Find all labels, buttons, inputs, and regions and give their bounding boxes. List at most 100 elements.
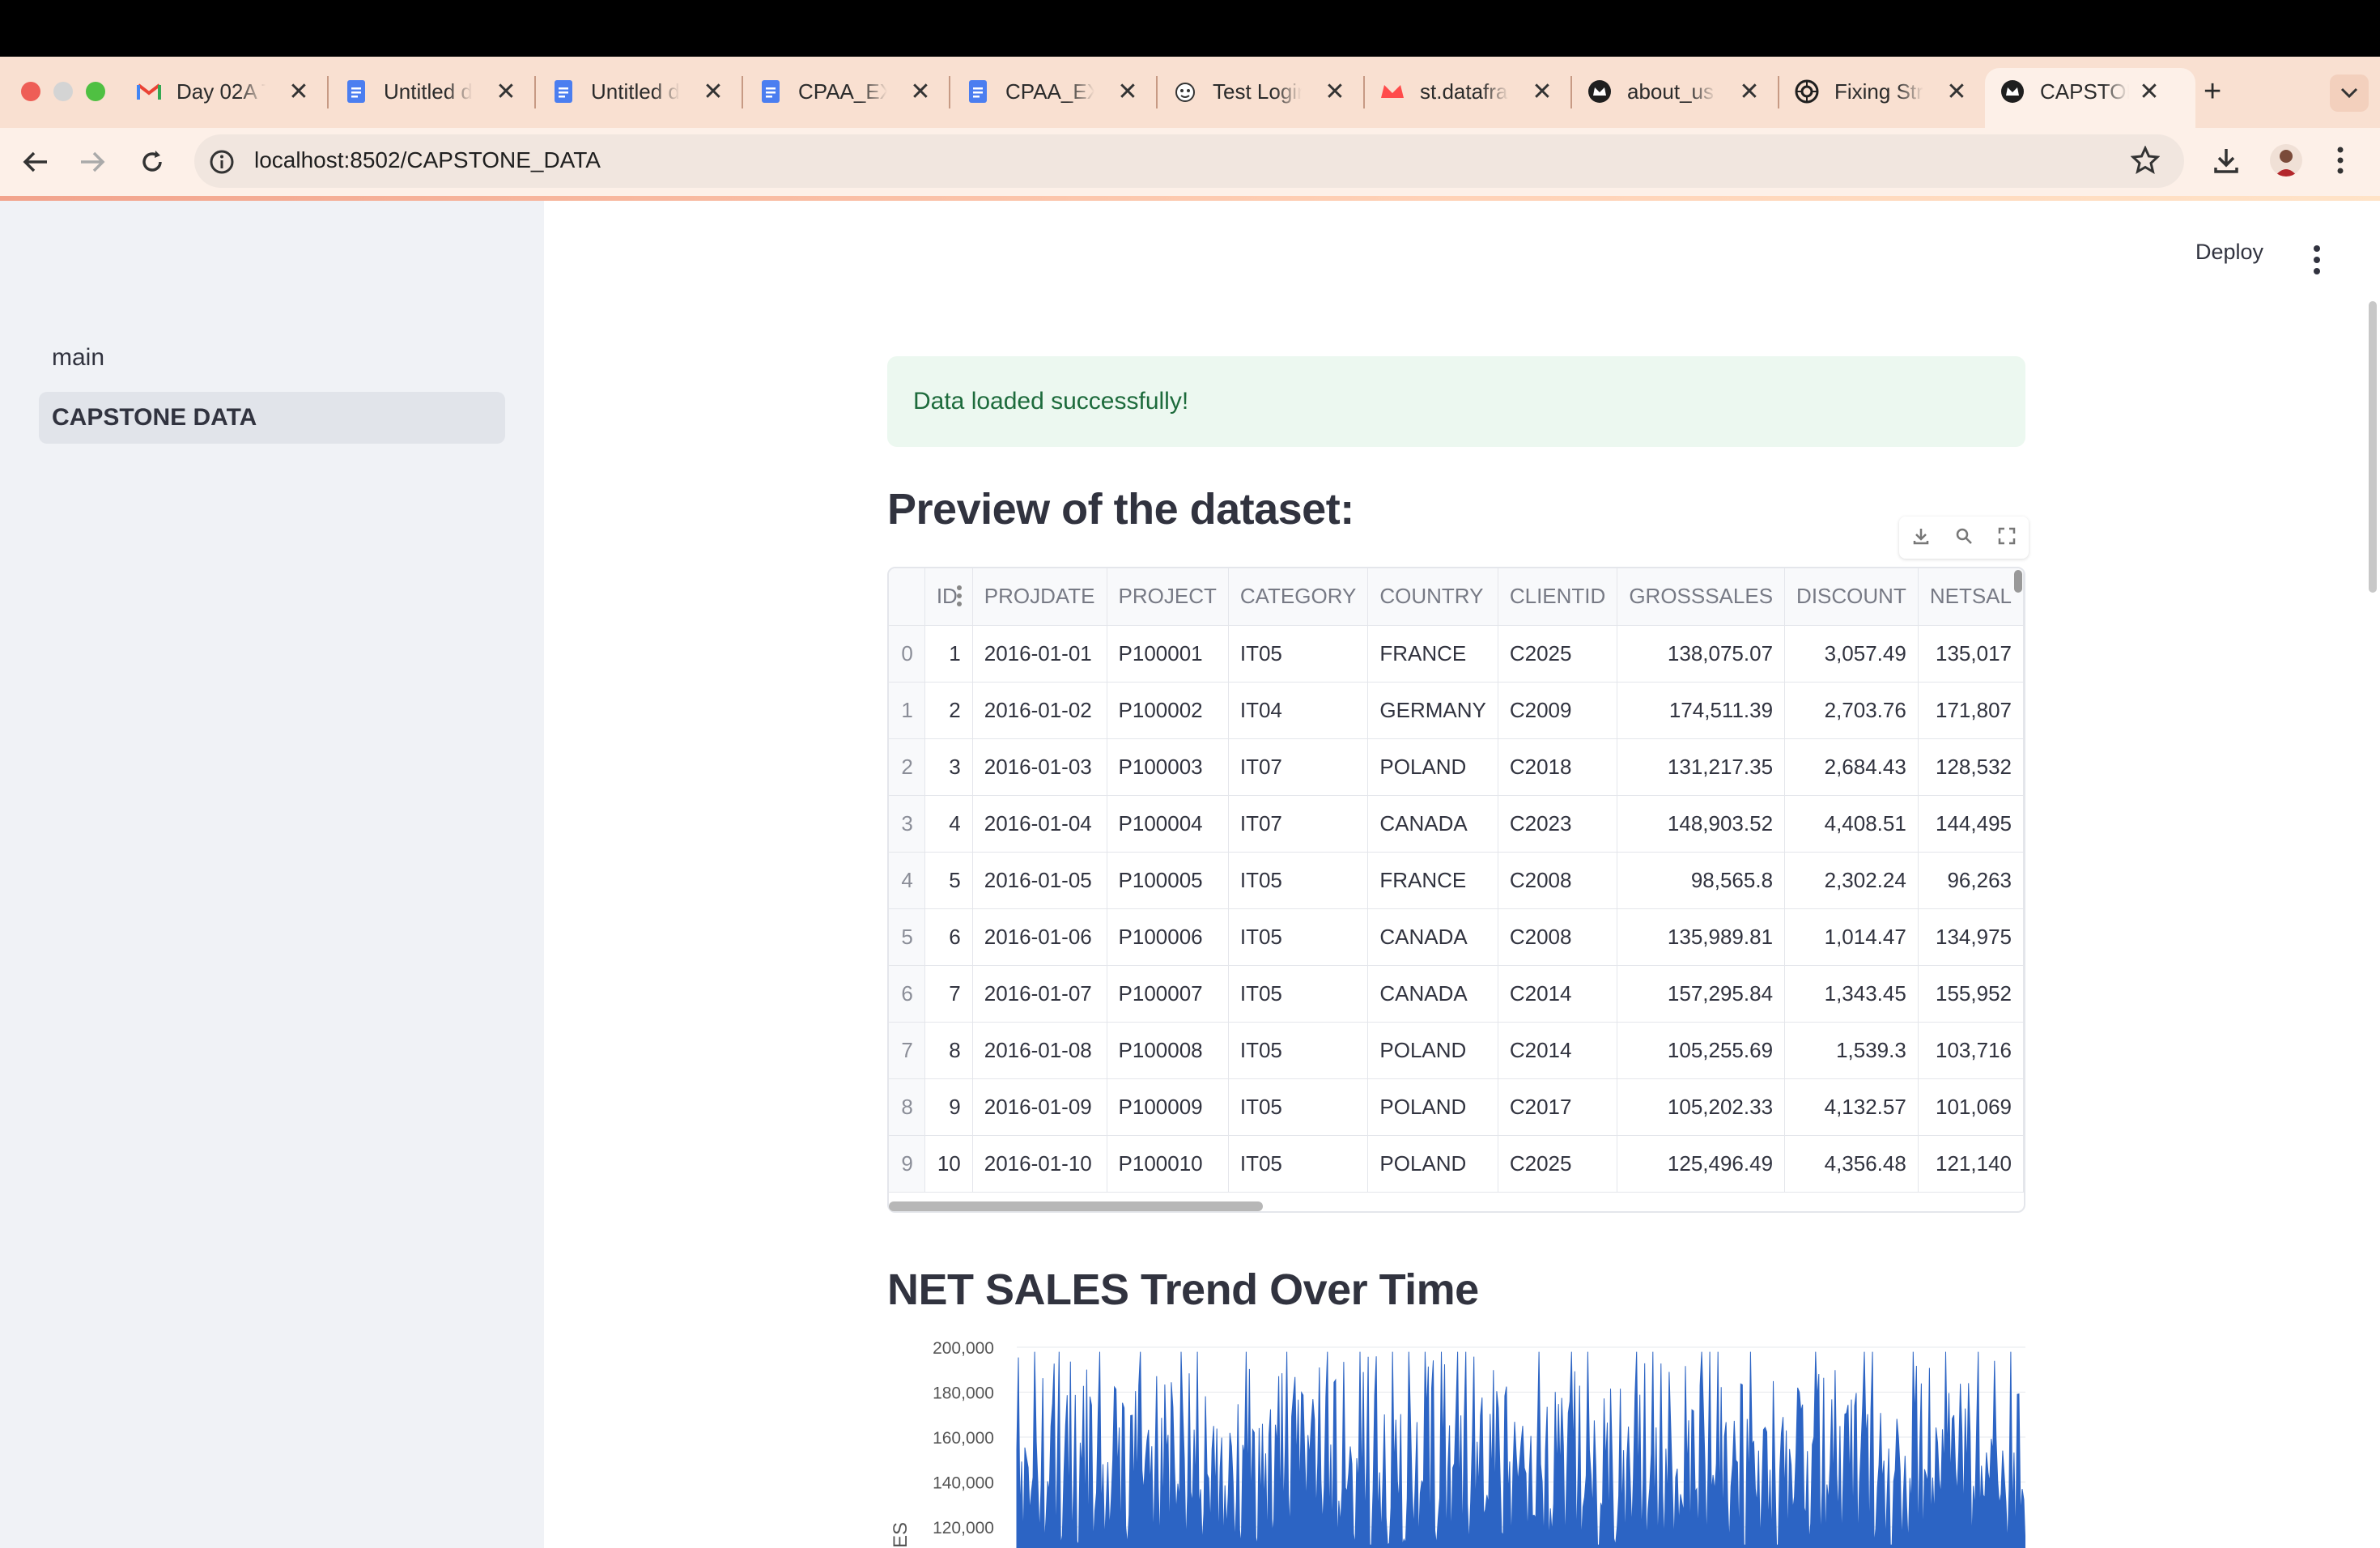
table-cell[interactable]: 121,140 xyxy=(1918,1135,2024,1193)
tab-search-button[interactable] xyxy=(2330,74,2369,112)
table-cell[interactable]: 2 xyxy=(924,682,973,739)
table-cell[interactable]: IT04 xyxy=(1228,682,1369,739)
sidebar-item-capstone-data[interactable]: CAPSTONE DATA xyxy=(39,392,505,444)
table-cell[interactable]: 2,302.24 xyxy=(1784,852,1919,909)
tab-untitled-doc-1[interactable]: Untitled d ✕ xyxy=(343,70,518,113)
table-cell[interactable]: C2018 xyxy=(1498,738,1618,796)
row-index-cell[interactable]: 7 xyxy=(889,1022,925,1079)
tab-st-dataframe[interactable]: st.datafra ✕ xyxy=(1379,70,1554,113)
table-cell[interactable]: 4 xyxy=(924,795,973,853)
table-row[interactable]: 8 9 2016-01-09 P100009 IT05 POLAND C2017 105,20… xyxy=(889,1078,2024,1136)
row-index-cell[interactable]: 0 xyxy=(889,625,925,683)
table-cell[interactable]: 2016-01-08 xyxy=(972,1022,1107,1079)
tab-gmail[interactable]: Day 02A T ✕ xyxy=(136,70,311,113)
dataframe-grid[interactable]: ID PROJDATE PROJECT CATEGORY COUNTRY CLI… xyxy=(887,567,2025,1213)
table-cell[interactable]: 6 xyxy=(924,908,973,966)
zoom-window-button[interactable] xyxy=(86,82,105,101)
table-cell[interactable]: C2008 xyxy=(1498,852,1618,909)
row-index-cell[interactable]: 6 xyxy=(889,965,925,1023)
row-index-cell[interactable]: 1 xyxy=(889,682,925,739)
table-cell[interactable]: C2014 xyxy=(1498,1022,1618,1079)
forward-button[interactable] xyxy=(74,144,110,180)
table-cell[interactable]: P100004 xyxy=(1107,795,1229,853)
table-cell[interactable]: P100005 xyxy=(1107,852,1229,909)
table-cell[interactable]: P100006 xyxy=(1107,908,1229,966)
table-cell[interactable]: IT05 xyxy=(1228,625,1369,683)
site-info-icon[interactable] xyxy=(209,149,235,179)
close-tab-icon[interactable]: ✕ xyxy=(1737,78,1762,106)
table-cell[interactable]: POLAND xyxy=(1367,1078,1498,1136)
table-cell[interactable]: 2016-01-02 xyxy=(972,682,1107,739)
close-tab-icon[interactable]: ✕ xyxy=(908,78,933,106)
table-row[interactable]: 3 4 2016-01-04 P100004 IT07 CANADA C2023 148,90… xyxy=(889,795,2024,853)
back-button[interactable] xyxy=(18,144,53,180)
table-vertical-scrollbar[interactable] xyxy=(2014,570,2022,593)
table-row[interactable]: 2 3 2016-01-03 P100003 IT07 POLAND C2018 131,21… xyxy=(889,738,2024,796)
close-tab-icon[interactable]: ✕ xyxy=(1944,78,1969,106)
column-header-netsales[interactable]: NETSAL xyxy=(1918,568,2024,626)
table-cell[interactable]: 2016-01-03 xyxy=(972,738,1107,796)
table-row[interactable]: 1 2 2016-01-02 P100002 IT04 GERMANY C2009 174,5… xyxy=(889,682,2024,739)
new-tab-button[interactable]: + xyxy=(2204,70,2228,113)
table-cell[interactable]: 135,989.81 xyxy=(1617,908,1786,966)
table-cell[interactable]: 5 xyxy=(924,852,973,909)
close-tab-icon[interactable]: ✕ xyxy=(1530,78,1554,106)
download-icon[interactable] xyxy=(2212,146,2241,179)
table-cell[interactable]: 4,356.48 xyxy=(1784,1135,1919,1193)
bookmark-star-icon[interactable] xyxy=(2130,145,2161,179)
table-cell[interactable]: 157,295.84 xyxy=(1617,965,1786,1023)
row-index-cell[interactable]: 9 xyxy=(889,1135,925,1193)
table-cell[interactable]: CANADA xyxy=(1367,795,1498,853)
table-cell[interactable]: C2014 xyxy=(1498,965,1618,1023)
fullscreen-icon[interactable] xyxy=(1998,527,2016,549)
table-horizontal-scrollbar[interactable] xyxy=(889,1201,1263,1211)
table-cell[interactable]: 10 xyxy=(924,1135,973,1193)
table-cell[interactable]: 171,807 xyxy=(1918,682,2024,739)
close-tab-icon[interactable]: ✕ xyxy=(1323,78,1347,106)
table-row[interactable]: 6 7 2016-01-07 P100007 IT05 CANADA C2014 157,29… xyxy=(889,965,2024,1023)
table-cell[interactable]: 3,057.49 xyxy=(1784,625,1919,683)
close-tab-icon[interactable]: ✕ xyxy=(2137,78,2161,106)
deploy-button[interactable]: Deploy xyxy=(2195,240,2263,265)
table-cell[interactable]: 7 xyxy=(924,965,973,1023)
column-menu-icon[interactable] xyxy=(956,585,963,613)
table-cell[interactable]: 4,408.51 xyxy=(1784,795,1919,853)
table-cell[interactable]: 9 xyxy=(924,1078,973,1136)
table-row[interactable]: 4 5 2016-01-05 P100005 IT05 FRANCE C2008 98,565… xyxy=(889,852,2024,909)
table-cell[interactable]: IT05 xyxy=(1228,1078,1369,1136)
table-cell[interactable]: 125,496.49 xyxy=(1617,1135,1786,1193)
table-cell[interactable]: CANADA xyxy=(1367,965,1498,1023)
table-cell[interactable]: 105,202.33 xyxy=(1617,1078,1786,1136)
table-cell[interactable]: POLAND xyxy=(1367,738,1498,796)
table-cell[interactable]: P100007 xyxy=(1107,965,1229,1023)
column-header-project[interactable]: PROJECT xyxy=(1107,568,1229,626)
table-cell[interactable]: C2008 xyxy=(1498,908,1618,966)
table-cell[interactable]: 2,684.43 xyxy=(1784,738,1919,796)
row-index-cell[interactable]: 8 xyxy=(889,1078,925,1136)
close-tab-icon[interactable]: ✕ xyxy=(701,78,725,106)
table-cell[interactable]: IT05 xyxy=(1228,908,1369,966)
table-cell[interactable]: 128,532 xyxy=(1918,738,2024,796)
table-cell[interactable]: C2025 xyxy=(1498,1135,1618,1193)
table-cell[interactable]: 105,255.69 xyxy=(1617,1022,1786,1079)
table-cell[interactable]: P100008 xyxy=(1107,1022,1229,1079)
table-row[interactable]: 7 8 2016-01-08 P100008 IT05 POLAND C2014 105,25… xyxy=(889,1022,2024,1079)
table-cell[interactable]: 3 xyxy=(924,738,973,796)
close-tab-icon[interactable]: ✕ xyxy=(494,78,518,106)
tab-cpaa-exam-1[interactable]: CPAA_EXI ✕ xyxy=(758,70,933,113)
table-cell[interactable]: POLAND xyxy=(1367,1135,1498,1193)
table-cell[interactable]: 96,263 xyxy=(1918,852,2024,909)
table-cell[interactable]: P100001 xyxy=(1107,625,1229,683)
table-cell[interactable]: 174,511.39 xyxy=(1617,682,1786,739)
table-cell[interactable]: IT05 xyxy=(1228,1022,1369,1079)
table-cell[interactable]: 1,539.3 xyxy=(1784,1022,1919,1079)
table-cell[interactable]: 1,343.45 xyxy=(1784,965,1919,1023)
tab-cpaa-exam-2[interactable]: CPAA_EXI ✕ xyxy=(965,70,1140,113)
url-text[interactable]: localhost:8502/CAPSTONE_DATA xyxy=(254,147,601,173)
app-menu-icon[interactable] xyxy=(2307,241,2327,279)
table-row[interactable]: 9 10 2016-01-10 P100010 IT05 POLAND C2025 125,4… xyxy=(889,1135,2024,1193)
reload-button[interactable] xyxy=(134,144,170,180)
row-index-cell[interactable]: 5 xyxy=(889,908,925,966)
table-cell[interactable]: 138,075.07 xyxy=(1617,625,1786,683)
close-tab-icon[interactable]: ✕ xyxy=(287,78,311,106)
